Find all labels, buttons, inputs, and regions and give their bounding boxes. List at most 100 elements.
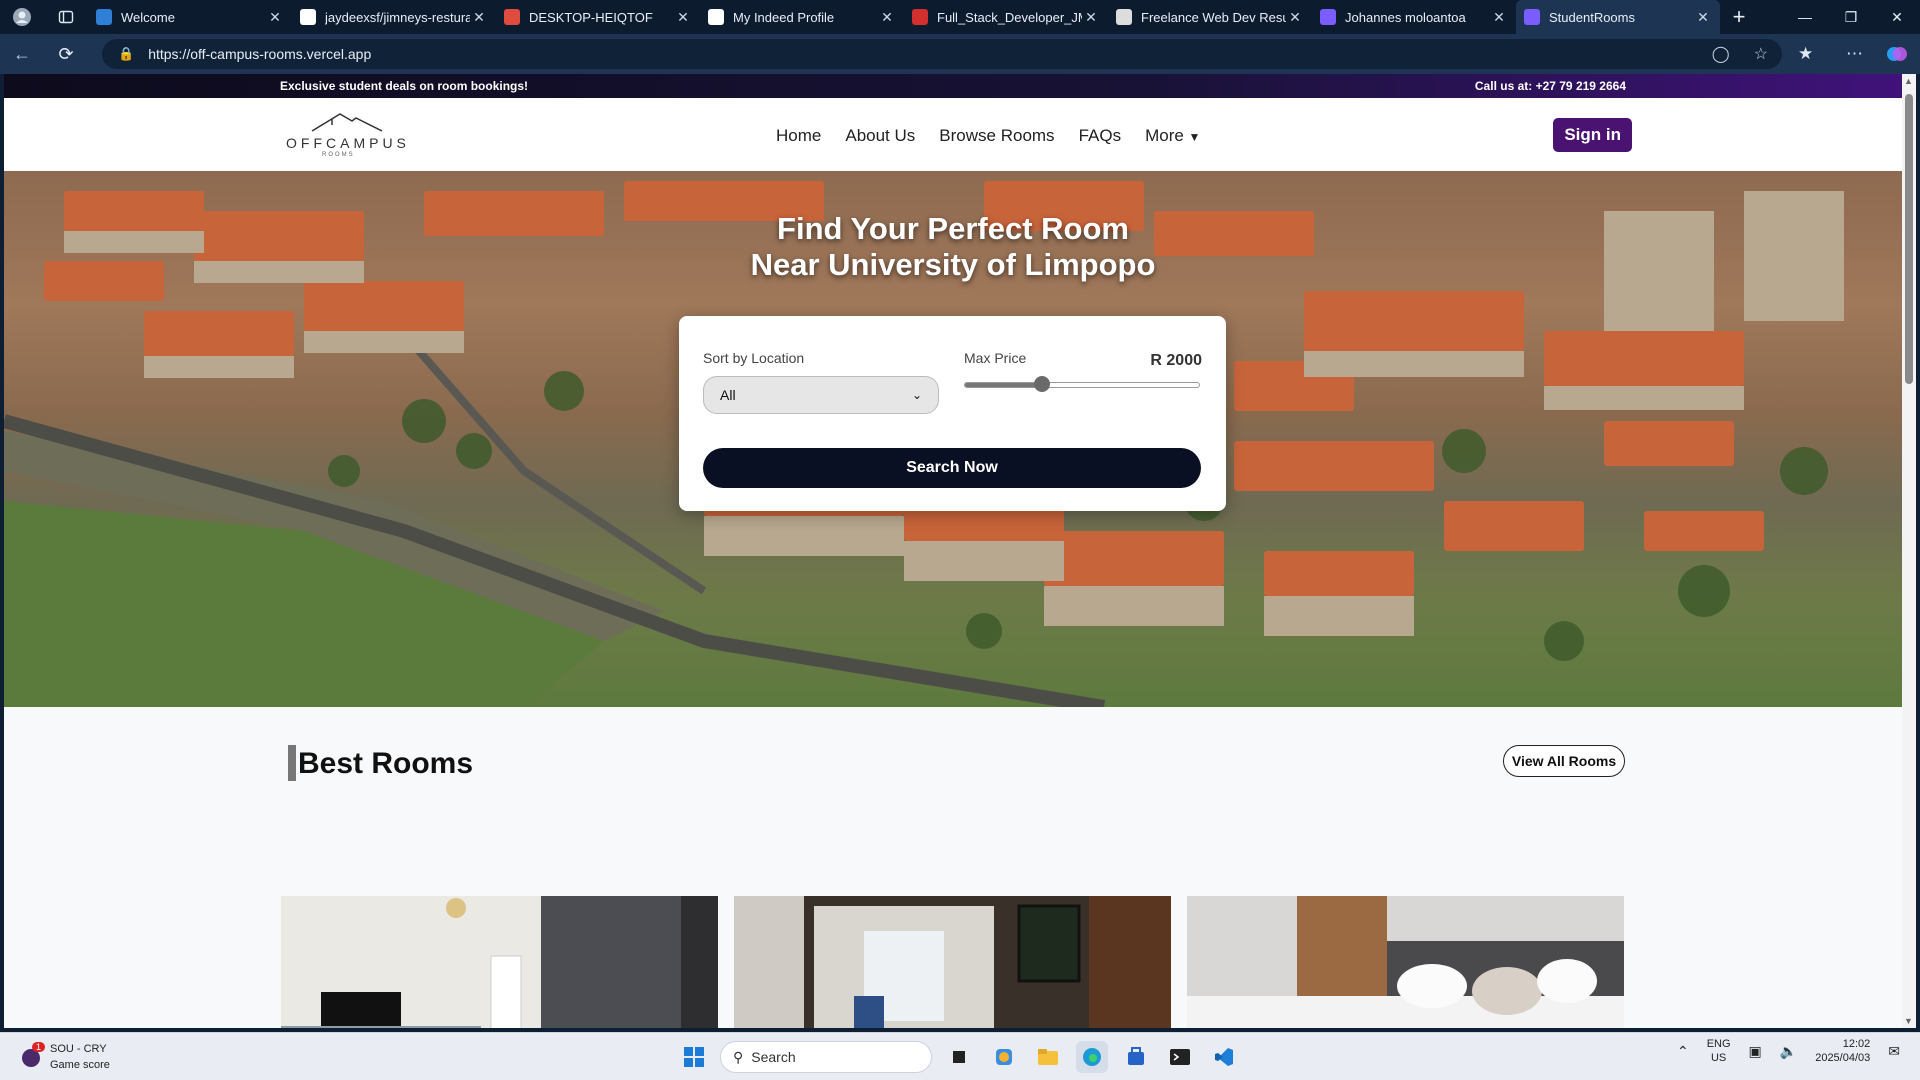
network-icon[interactable]: ▣ (1749, 1043, 1762, 1060)
profile-icon[interactable] (0, 0, 44, 34)
scroll-up-icon[interactable]: ▲ (1904, 76, 1913, 86)
tab-favicon-icon (912, 9, 928, 25)
tab-favicon-icon (96, 9, 112, 25)
tab-label: Freelance Web Dev Resume (1141, 9, 1286, 25)
copilot-icon[interactable] (1886, 34, 1908, 74)
price-slider-handle[interactable] (1033, 376, 1050, 392)
room-photo (281, 896, 718, 1028)
room-photo (1187, 896, 1624, 1028)
game-badge: 1 (32, 1042, 46, 1052)
minimize-icon[interactable]: — (1782, 0, 1828, 34)
scrollbar-thumb[interactable] (1905, 94, 1913, 384)
search-icon: ⚲ (733, 1048, 744, 1065)
price-slider-fill (965, 383, 1043, 387)
close-tab-icon[interactable]: ✕ (1694, 9, 1712, 26)
browser-tab[interactable]: Freelance Web Dev Resume✕ (1108, 0, 1312, 34)
tab-favicon-icon (1524, 9, 1540, 25)
room-card[interactable] (281, 896, 718, 1028)
browser-tab[interactable]: Johannes moloantoa ✕ (1312, 0, 1516, 34)
location-select-value: All (720, 387, 736, 403)
game-title: SOU - CRY (50, 1043, 107, 1055)
lock-icon: 🔒 (118, 46, 135, 61)
close-tab-icon[interactable]: ✕ (266, 9, 284, 26)
sign-in-button[interactable]: Sign in (1553, 118, 1632, 152)
favorites-icon[interactable]: ★ (1798, 34, 1813, 74)
close-tab-icon[interactable]: ✕ (1286, 9, 1304, 26)
tab-favicon-icon (1116, 9, 1132, 25)
more-options-icon[interactable]: ⋯ (1846, 34, 1863, 74)
browser-tab[interactable]: DESKTOP-HEIQTOF ✕ (496, 0, 700, 34)
task-view-icon[interactable] (944, 1041, 976, 1073)
terminal-icon[interactable] (1164, 1041, 1196, 1073)
favorite-star-icon[interactable]: ☆ (1754, 44, 1768, 64)
volume-icon[interactable]: 🔈 (1780, 1043, 1797, 1060)
game-widget[interactable]: 1 SOU - CRY Game score (20, 1041, 110, 1073)
taskbar-search-placeholder: Search (751, 1049, 796, 1065)
store-app-icon[interactable] (988, 1041, 1020, 1073)
roof-logo-icon (311, 112, 383, 132)
clock[interactable]: 12:02 2025/04/03 (1815, 1037, 1870, 1065)
tray-overflow-icon[interactable]: ⌃ (1677, 1043, 1689, 1060)
room-card[interactable] (734, 896, 1171, 1028)
caret-down-icon: ▼ (1188, 130, 1201, 144)
refresh-icon[interactable]: ⟳ (44, 34, 88, 74)
close-tab-icon[interactable]: ✕ (1082, 9, 1100, 26)
tab-label: Full_Stack_Developer_JMC (937, 9, 1082, 25)
windows-start-icon[interactable] (678, 1041, 710, 1073)
nav-browse-rooms[interactable]: Browse Rooms (939, 126, 1054, 146)
nav-home[interactable]: Home (776, 126, 821, 146)
scroll-down-icon[interactable]: ▼ (1904, 1016, 1913, 1026)
tab-favicon-icon (504, 9, 520, 25)
page-scrollbar[interactable]: ▲ ▼ (1902, 74, 1916, 1028)
tab-actions-icon[interactable] (44, 0, 88, 34)
windows-taskbar: 1 SOU - CRY Game score ⚲ Search ⌃ ENG US… (0, 1032, 1920, 1080)
close-tab-icon[interactable]: ✕ (674, 9, 692, 26)
close-tab-icon[interactable]: ✕ (470, 9, 488, 26)
price-slider-track[interactable] (964, 382, 1200, 388)
window-controls: — ❐ ✕ (1782, 0, 1920, 34)
search-now-button[interactable]: Search Now (703, 448, 1201, 488)
hero-title-text: Find Your Perfect Room Near University o… (750, 211, 1156, 282)
site-logo[interactable]: OFFCAMPUS ROOMS (282, 105, 412, 165)
microsoft-store-icon[interactable] (1120, 1041, 1152, 1073)
nav-faqs[interactable]: FAQs (1079, 126, 1122, 146)
taskbar-search[interactable]: ⚲ Search (720, 1041, 932, 1073)
restore-icon[interactable]: ❐ (1828, 0, 1874, 34)
vscode-icon[interactable] (1208, 1041, 1240, 1073)
browser-tab[interactable]: jaydeexsf/jimneys-resturant ✕ (292, 0, 496, 34)
notifications-icon[interactable]: ✉ (1888, 1043, 1900, 1060)
browser-tab[interactable]: My Indeed Profile ✕ (700, 0, 904, 34)
logo-subtext: ROOMS (322, 151, 355, 158)
edge-browser-icon[interactable] (1076, 1041, 1108, 1073)
room-card[interactable] (1187, 896, 1624, 1028)
reader-icon[interactable]: ◯ (1712, 44, 1730, 64)
tab-label: My Indeed Profile (733, 9, 835, 25)
game-subtitle: Game score (50, 1059, 110, 1071)
section-accent-bar (288, 745, 296, 781)
close-tab-icon[interactable]: ✕ (1490, 9, 1508, 26)
chevron-down-icon: ⌄ (911, 388, 922, 402)
tab-label: Welcome (121, 9, 175, 25)
browser-tab[interactable]: Full_Stack_Developer_JMC✕ (904, 0, 1108, 34)
nav-about-us[interactable]: About Us (845, 126, 915, 146)
view-all-rooms-button[interactable]: View All Rooms (1503, 745, 1625, 777)
location-select[interactable]: All ⌄ (703, 376, 939, 414)
clock-date: 2025/04/03 (1815, 1052, 1871, 1064)
language-indicator[interactable]: ENG US (1707, 1037, 1731, 1065)
file-explorer-icon[interactable] (1032, 1041, 1064, 1073)
close-window-icon[interactable]: ✕ (1874, 0, 1920, 34)
logo-wordmark: OFFCAMPUS (286, 134, 410, 151)
tab-favicon-icon (300, 9, 316, 25)
nav-more-label: More (1145, 126, 1184, 145)
browser-tab[interactable]: Welcome ✕ (88, 0, 292, 34)
new-tab-button[interactable]: + (1720, 0, 1758, 34)
nav-more[interactable]: More ▼ (1145, 126, 1200, 146)
site-header: OFFCAMPUS ROOMS Home About Us Browse Roo… (4, 98, 1902, 171)
tab-favicon-icon (1320, 9, 1336, 25)
close-tab-icon[interactable]: ✕ (878, 9, 896, 26)
back-icon[interactable]: ← (0, 34, 44, 74)
phone-text[interactable]: Call us at: +27 79 219 2664 (1475, 79, 1626, 93)
browser-tab[interactable]: StudentRooms ✕ (1516, 0, 1720, 34)
url-field[interactable]: 🔒 https://off-campus-rooms.vercel.app ◯ … (102, 39, 1782, 69)
hero-title: Find Your Perfect Room Near University o… (4, 211, 1902, 283)
